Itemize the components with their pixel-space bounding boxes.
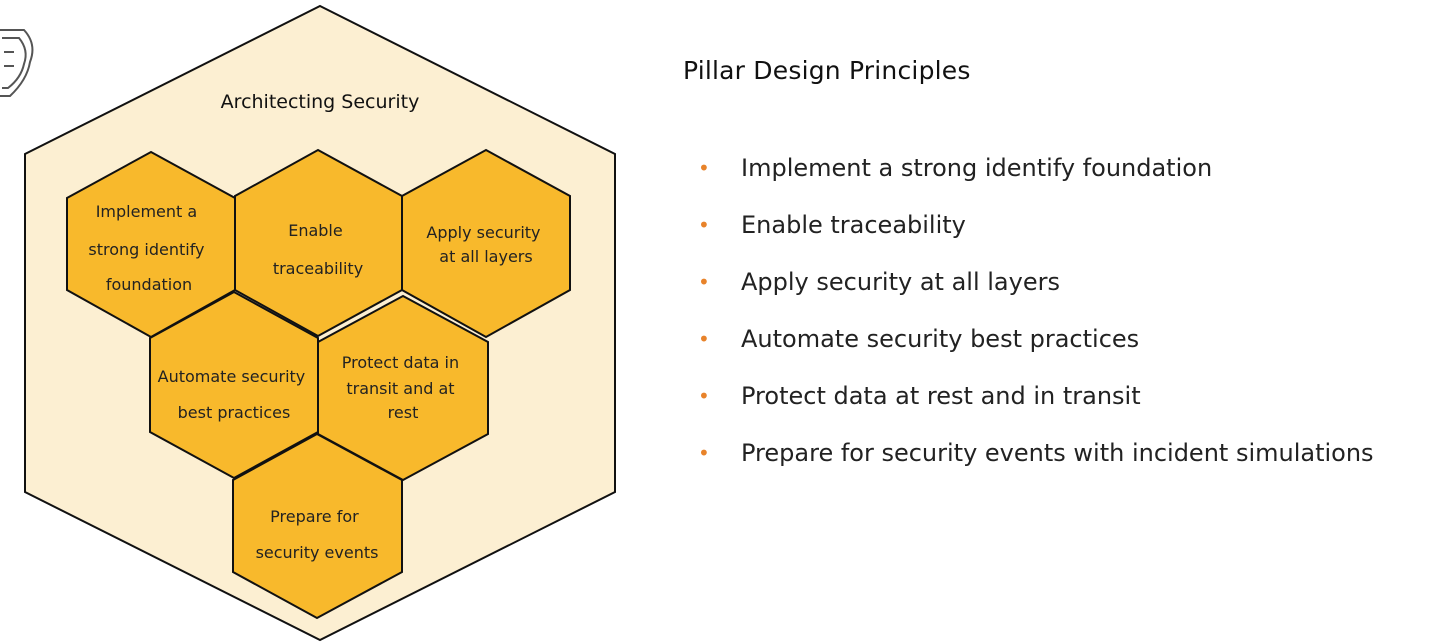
hex-automate-line-2: best practices [178,403,291,422]
bullet-icon: • [698,326,710,351]
hex-prepare-line-2: security events [256,543,379,562]
principle-text: Protect data at rest and in transit [741,381,1141,410]
hex-identity-line-3: foundation [106,275,192,294]
hex-all-layers-line-2: at all layers [439,247,532,266]
principle-text: Apply security at all layers [741,267,1060,296]
principle-text: Automate security best practices [741,324,1140,353]
hex-protect-data-line-1: Protect data in [342,353,459,372]
bullet-icon: • [698,269,710,294]
principles-panel: Pillar Design Principles • Implement a s… [683,56,1443,481]
hex-protect-data-line-3: rest [388,403,419,422]
hex-all-layers-line-1: Apply security [426,223,540,242]
list-item: • Prepare for security events with incid… [683,424,1443,481]
bullet-icon: • [698,155,710,180]
bullet-icon: • [698,212,710,237]
svg-text:Implement a strong ident: Implement a strong identify foundation [88,202,209,294]
hex-protect-data-line-2: transit and at [346,379,454,398]
principle-text: Implement a strong identify foundation [741,153,1213,182]
panel-title: Pillar Design Principles [683,56,971,85]
bullet-icon: • [698,383,710,408]
list-item: • Implement a strong identify foundation [683,139,1443,196]
hex-identity-line-2: strong identify [88,240,204,259]
principle-text: Enable traceability [741,210,966,239]
hex-traceability-line-2: traceability [273,259,363,278]
principles-list: • Implement a strong identify foundation… [683,139,1443,481]
list-item: • Apply security at all layers [683,253,1443,310]
principle-text: Prepare for security events with inciden… [741,438,1374,467]
hex-prepare-line-1: Prepare for [270,507,359,526]
diagram-title: Architecting Security [221,91,420,113]
list-item: • Enable traceability [683,196,1443,253]
list-item: • Automate security best practices [683,310,1443,367]
bullet-icon: • [698,440,710,465]
list-item: • Protect data at rest and in transit [683,367,1443,424]
hex-identity-line-1: Implement a [96,202,197,221]
shield-badge-icon [0,29,34,97]
security-hexagon-diagram: Architecting Security Implement a strong… [0,4,616,642]
hex-traceability-line-1: Enable [288,221,343,240]
hex-automate-line-1: Automate security [158,367,306,386]
